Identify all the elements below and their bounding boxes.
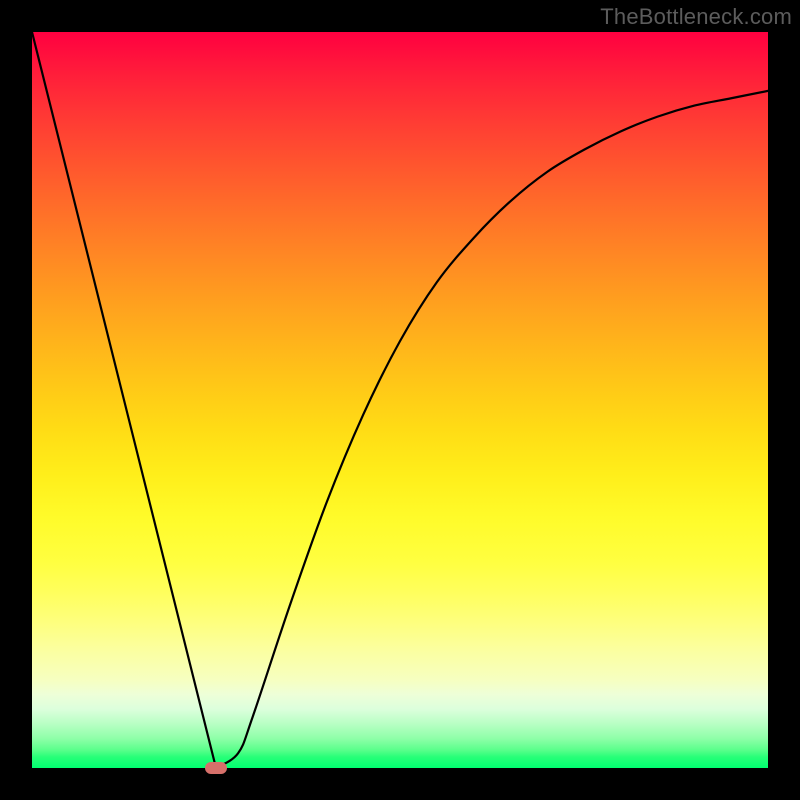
- bottleneck-curve: [32, 32, 768, 768]
- chart-frame: TheBottleneck.com: [0, 0, 800, 800]
- optimal-marker: [205, 762, 227, 774]
- plot-area: [32, 32, 768, 768]
- watermark-text: TheBottleneck.com: [600, 4, 792, 30]
